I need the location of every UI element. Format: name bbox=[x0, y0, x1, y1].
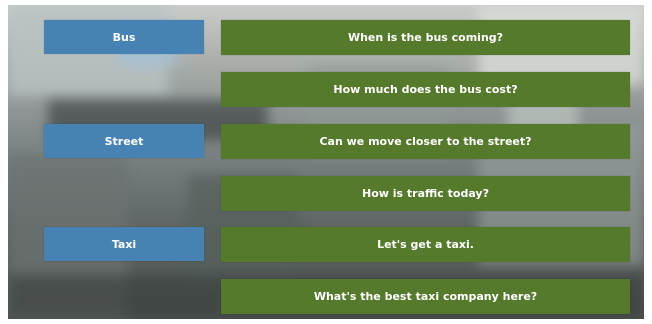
phrase-button-traffic[interactable]: How is traffic today? bbox=[221, 176, 630, 211]
phrase-button-get-taxi[interactable]: Let's get a taxi. bbox=[221, 227, 630, 262]
phrase-board: Bus Street Taxi When is the bus coming? … bbox=[8, 5, 644, 319]
category-button-bus[interactable]: Bus bbox=[44, 20, 204, 54]
category-button-street[interactable]: Street bbox=[44, 124, 204, 158]
category-button-taxi[interactable]: Taxi bbox=[44, 227, 204, 261]
phrase-button-move-closer[interactable]: Can we move closer to the street? bbox=[221, 124, 630, 159]
phrase-button-best-taxi[interactable]: What's the best taxi company here? bbox=[221, 279, 630, 314]
phrase-button-bus-coming[interactable]: When is the bus coming? bbox=[221, 20, 630, 55]
phrase-button-bus-cost[interactable]: How much does the bus cost? bbox=[221, 72, 630, 107]
